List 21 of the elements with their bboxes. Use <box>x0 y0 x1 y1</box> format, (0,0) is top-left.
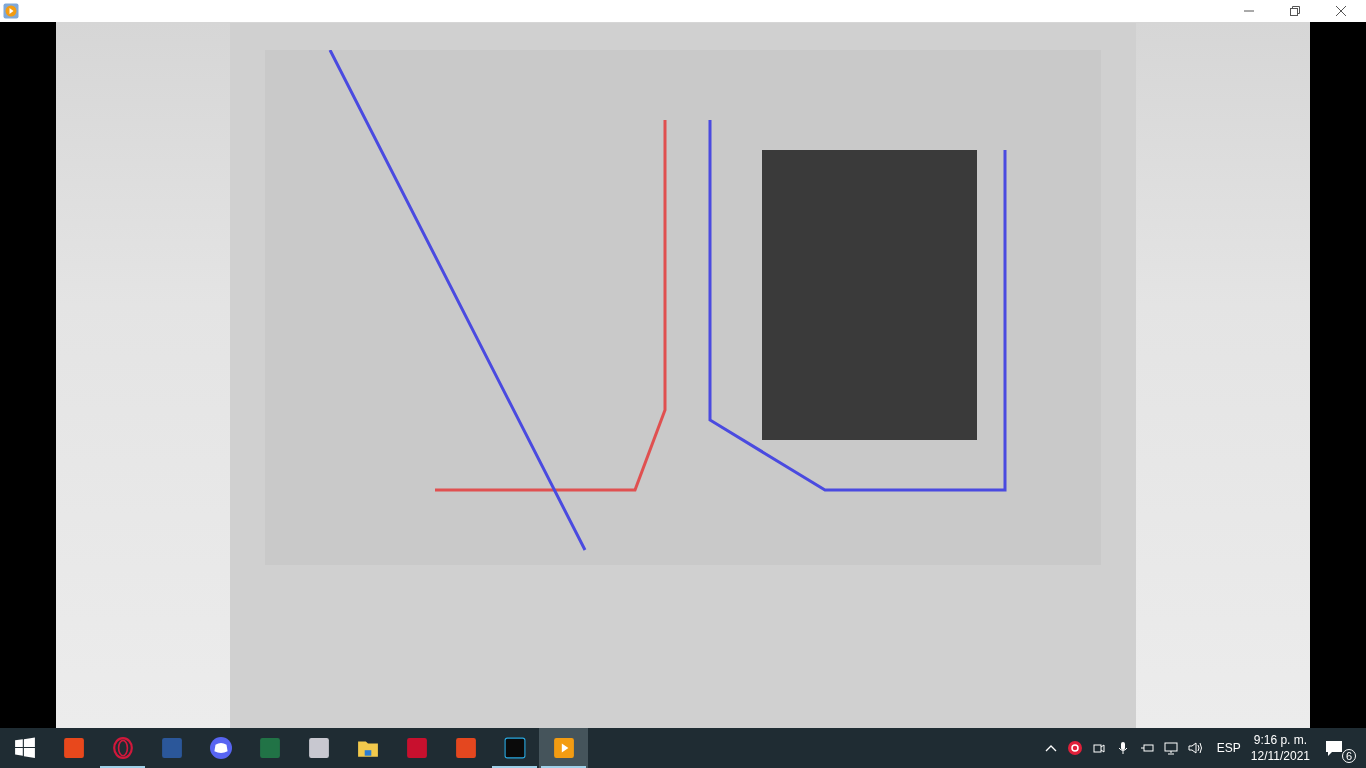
windows-icon <box>13 737 36 759</box>
clock[interactable]: 9:16 p. m. 12/11/2021 <box>1250 732 1310 764</box>
app-tile-icon <box>405 737 428 759</box>
play-icon <box>552 737 575 759</box>
volume-icon[interactable] <box>1187 741 1202 755</box>
camera-icon[interactable] <box>1091 741 1106 755</box>
network-icon[interactable] <box>1163 741 1178 755</box>
app-tile-icon <box>503 737 526 759</box>
app-tile-icon <box>160 737 183 759</box>
notification-count: 6 <box>1341 749 1356 763</box>
app-tile-icon <box>62 737 85 759</box>
app-icon <box>3 3 19 19</box>
restore-icon[interactable] <box>1290 6 1300 16</box>
notification-icon[interactable] <box>1324 738 1344 758</box>
language-indicator[interactable]: ESP <box>1216 741 1241 755</box>
battery-icon[interactable] <box>1139 741 1154 755</box>
app-tile-icon <box>307 737 330 759</box>
app-tile-icon <box>258 737 281 759</box>
app-tile-icon <box>454 737 477 759</box>
ring-icon <box>111 737 134 759</box>
close-icon[interactable] <box>1336 6 1346 16</box>
